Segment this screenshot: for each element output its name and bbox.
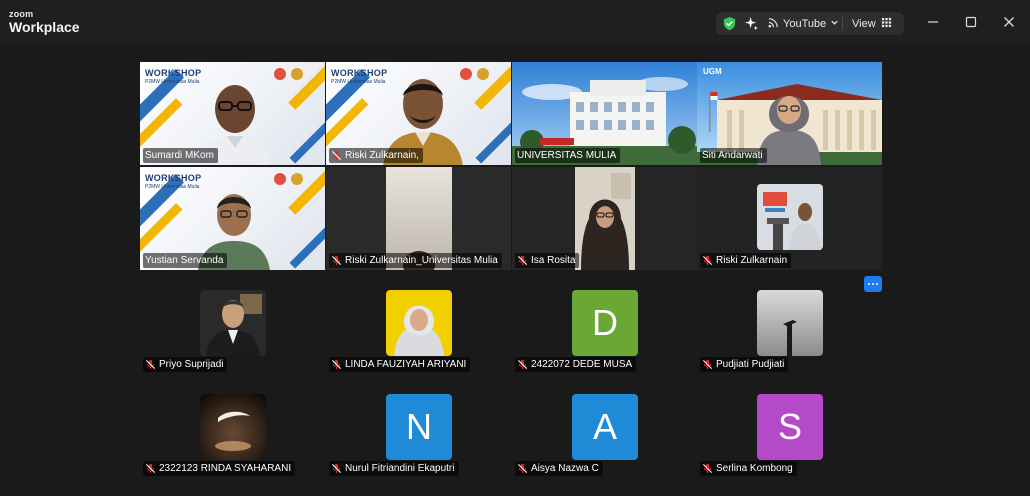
avatar-tile-nurul-fitriandini[interactable]: N Nurul Fitriandini Ekaputri — [326, 390, 511, 480]
video-tile-riski-2[interactable]: Riski Zulkarnain_Universitas Mulia — [326, 167, 511, 270]
chevron-down-icon — [830, 18, 839, 30]
muted-mic-icon — [145, 359, 156, 370]
muted-mic-icon — [517, 463, 528, 474]
muted-mic-icon — [702, 463, 713, 474]
security-shield-icon[interactable] — [722, 16, 737, 31]
video-tile-isa-rosita[interactable]: Isa Rosita — [512, 167, 697, 270]
ai-companion-icon[interactable] — [744, 16, 759, 31]
participant-name-label: Aisya Nazwa C — [515, 461, 603, 476]
meeting-toolbar: YouTube View — [716, 12, 904, 35]
participant-name-label: Isa Rosita — [515, 253, 580, 268]
video-tile-yustian-servanda[interactable]: WORKSHOP P2MW Universitas Mulia Yustian … — [140, 167, 325, 270]
workshop-title: WORKSHOP — [145, 68, 202, 78]
muted-mic-icon — [331, 463, 342, 474]
letter-avatar: D — [572, 290, 638, 356]
avatar-tile-rinda-syaharani[interactable]: 2322123 RINDA SYAHARANI — [140, 390, 325, 480]
letter-avatar: N — [386, 394, 452, 460]
workshop-title: WORKSHOP — [145, 173, 202, 183]
workshop-subtitle: P2MW Universitas Mulia — [145, 79, 200, 85]
participant-profile-photo — [757, 290, 823, 356]
participant-name-label: Pudjiati Pudjiati — [700, 357, 789, 372]
participant-name-label: Siti Andarwati — [700, 148, 767, 163]
avatar-tile-aisya-nazwa[interactable]: A Aisya Nazwa C — [512, 390, 697, 480]
muted-mic-icon — [517, 359, 528, 370]
video-tile-riski-1[interactable]: WORKSHOP P2MW Universitas Mulia Riski Zu… — [326, 62, 511, 165]
muted-mic-icon — [517, 255, 528, 266]
muted-mic-icon — [331, 150, 342, 161]
avatar-tile-priyo-suprijadi[interactable]: Priyo Suprijadi — [140, 286, 325, 376]
participant-name-label: LINDA FAUZIYAH ARIYANI — [329, 357, 471, 372]
livestream-label: YouTube — [783, 17, 827, 30]
participant-name-label: Sumardi MKom — [143, 148, 218, 163]
view-label: View — [852, 17, 876, 30]
maximize-icon[interactable] — [963, 14, 979, 30]
brand-bottom: Workplace — [9, 19, 80, 35]
livestream-button[interactable]: YouTube — [768, 12, 839, 35]
participant-name-label: Serlina Kombong — [700, 461, 797, 476]
participant-name-label: Riski Zulkarnain — [700, 253, 792, 268]
workshop-title: WORKSHOP — [331, 68, 388, 78]
campus-logo: UGM — [703, 67, 722, 76]
sponsor-logos — [274, 68, 303, 80]
muted-mic-icon — [331, 255, 342, 266]
minimize-icon[interactable] — [925, 14, 941, 30]
toolbar-divider — [842, 17, 843, 30]
workshop-subtitle: P2MW Universitas Mulia — [145, 184, 200, 190]
muted-mic-icon — [145, 463, 156, 474]
participant-name-label: Riski Zulkarnain, — [329, 148, 423, 163]
sponsor-logos — [274, 173, 303, 185]
brand-top: zoom — [9, 9, 34, 19]
letter-avatar: A — [572, 394, 638, 460]
participant-name-label: UNIVERSITAS MULIA — [515, 148, 621, 163]
letter-avatar: S — [757, 394, 823, 460]
view-button[interactable]: View — [852, 12, 892, 35]
avatar-tile-serlina-kombong[interactable]: S Serlina Kombong — [697, 390, 882, 480]
participant-name-label: Riski Zulkarnain_Universitas Mulia — [329, 253, 502, 268]
muted-mic-icon — [702, 359, 713, 370]
app-logo: zoom Workplace — [9, 9, 80, 35]
title-bar: zoom Workplace YouTube View — [0, 0, 1030, 44]
avatar-tile-pudjiati[interactable]: Pudjiati Pudjiati — [697, 286, 882, 376]
muted-mic-icon — [331, 359, 342, 370]
participant-name-label: Priyo Suprijadi — [143, 357, 228, 372]
participant-profile-photo — [757, 184, 823, 250]
grid-icon — [881, 17, 892, 31]
participant-name-label: Nurul Fitriandini Ekaputri — [329, 461, 459, 476]
muted-mic-icon — [702, 255, 713, 266]
participant-profile-photo — [386, 290, 452, 356]
video-tile-sumardi[interactable]: WORKSHOP P2MW Universitas Mulia Sumardi … — [140, 62, 325, 165]
participant-profile-photo — [200, 290, 266, 356]
participant-profile-photo — [200, 394, 266, 460]
participant-video — [575, 167, 635, 270]
participant-name-label: Yustian Servanda — [143, 253, 228, 268]
video-tile-universitas-mulia[interactable]: UNIVERSITAS MULIA — [512, 62, 697, 165]
participant-name-label: 2322123 RINDA SYAHARANI — [143, 461, 296, 476]
broadcast-icon — [768, 17, 779, 31]
video-tile-siti-andarwati[interactable]: UGM Siti Andarwati — [697, 62, 882, 165]
avatar-tile-linda-fauziyah[interactable]: LINDA FAUZIYAH ARIYANI — [326, 286, 511, 376]
video-tile-riski-3[interactable]: Riski Zulkarnain — [697, 167, 882, 270]
workshop-subtitle: P2MW Universitas Mulia — [331, 79, 386, 85]
participant-name-label: 2422072 DEDE MUSA — [515, 357, 637, 372]
close-icon[interactable] — [1001, 14, 1017, 30]
avatar-tile-dede-musa[interactable]: D 2422072 DEDE MUSA — [512, 286, 697, 376]
